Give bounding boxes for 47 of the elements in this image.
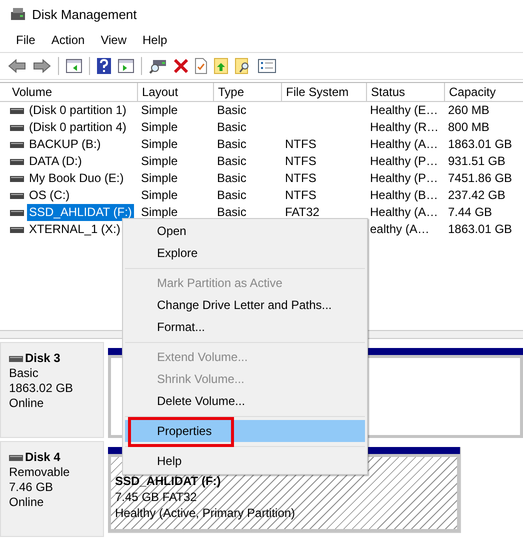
table-cell-text: Simple — [140, 136, 179, 153]
partition-text: 7.45 GB FAT32 — [115, 489, 197, 505]
table-cell-text: Basic — [216, 102, 248, 119]
table-cell-text: 7451.86 GB — [447, 170, 514, 187]
table-cell-text: 237.42 GB — [447, 187, 506, 204]
table-cell-text: Healthy (B… — [369, 187, 440, 204]
partition-text: SSD_AHLIDAT (F:) — [115, 473, 221, 489]
window-title: Disk Management — [32, 6, 137, 22]
table-cell-text: 1863.01 GB — [447, 221, 514, 238]
disk-name: Disk 3 — [25, 351, 60, 366]
table-cell-text: NTFS — [284, 187, 318, 204]
table-cell-text: Healthy (E… — [369, 102, 440, 119]
disk-size: 7.46 GB — [9, 480, 54, 495]
disk-status: Online — [9, 495, 45, 510]
table-cell-text: 7.44 GB — [447, 204, 494, 221]
table-cell-text: Basic — [216, 187, 248, 204]
table-cell-text: Simple — [140, 170, 179, 187]
table-cell-text: Basic — [216, 136, 248, 153]
table-cell-text: Simple — [140, 102, 179, 119]
disk-type: Basic — [9, 366, 40, 381]
table-cell-text: Simple — [140, 187, 179, 204]
table-cell-text: Healthy (A… — [369, 136, 440, 153]
table-cell-text: NTFS — [284, 170, 318, 187]
table-cell-text: Basic — [216, 153, 248, 170]
table-cell-text: NTFS — [284, 153, 318, 170]
table-cell-text: Simple — [140, 153, 179, 170]
table-cell-text: 1863.01 GB — [447, 136, 514, 153]
table-cell-text: Healthy (A… — [369, 204, 440, 221]
disk-size: 1863.02 GB — [9, 381, 74, 396]
table-cell-text: Simple — [140, 204, 179, 221]
table-cell-text: 260 MB — [447, 102, 490, 119]
table-cell-text: ealthy (A… — [369, 221, 430, 238]
table-cell-text: NTFS — [284, 136, 318, 153]
table-cell-text: 931.51 GB — [447, 153, 506, 170]
table-cell-text: Basic — [216, 204, 248, 221]
disk-name: Disk 4 — [25, 450, 60, 465]
disk-status: Online — [9, 396, 45, 411]
partition-text: Healthy (Active, Primary Partition) — [115, 505, 296, 521]
disk-type: Removable — [9, 465, 71, 480]
table-cell-text: FAT32 — [284, 204, 320, 221]
table-cell-text: Healthy (R… — [369, 119, 440, 136]
table-cell-text: 800 MB — [447, 119, 490, 136]
table-cell-text: Simple — [140, 119, 179, 136]
table-cell-text: Healthy (P… — [369, 153, 440, 170]
table-cell-text: Healthy (P… — [369, 170, 440, 187]
table-cell-text: Basic — [216, 119, 248, 136]
table-cell-text: Basic — [216, 170, 248, 187]
